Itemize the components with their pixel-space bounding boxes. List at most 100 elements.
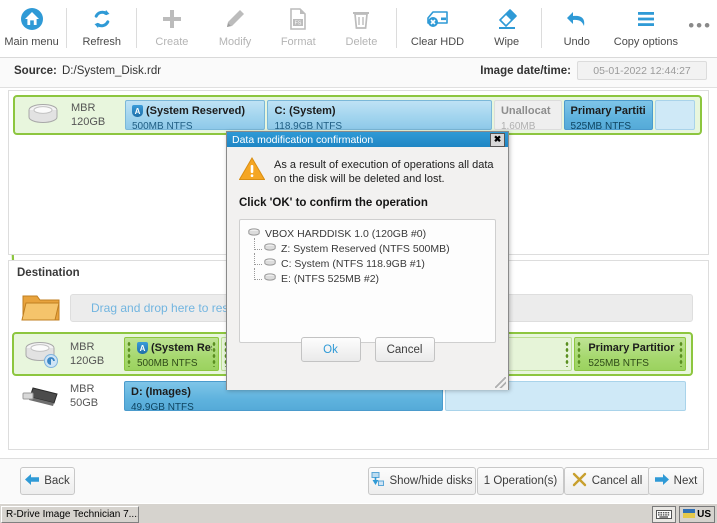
toolbar-label-delete: Delete <box>345 36 378 48</box>
toolbar-button-undo[interactable]: Undo <box>545 0 608 55</box>
tree-node-root[interactable]: VBOX HARDDISK 1.0 (120GB #0) <box>248 226 487 241</box>
toolbar-divider-4 <box>541 8 543 48</box>
toolbar-button-create: Create <box>140 0 203 55</box>
app-window: Main menu Refresh Create Modify FS Forma… <box>0 0 717 523</box>
toolbar-divider-1 <box>66 8 68 48</box>
dialog-title-bar[interactable]: Data modification confirmation ✖ <box>227 132 508 147</box>
toolbar-button-main-menu[interactable]: Main menu <box>0 0 63 55</box>
system-tray: US <box>652 506 715 523</box>
language-indicator[interactable]: US <box>679 506 715 523</box>
os-taskbar: R-Drive Image Technician 7.... US <box>0 503 717 523</box>
toolbar-label-create: Create <box>155 36 189 48</box>
dest-partition-system-reserved[interactable]: A (System Rese 500MB NTFS <box>124 337 219 371</box>
toolbar-label-format: Format <box>280 36 316 48</box>
operations-button[interactable]: 1 Operation(s) <box>477 467 564 495</box>
dest-partition-primary[interactable]: Primary Partitior 525MB NTFS <box>574 337 687 371</box>
flag-icon <box>682 508 696 521</box>
cancel-button[interactable]: Cancel <box>374 337 435 362</box>
trash-icon <box>349 6 373 32</box>
source-bar: Source: D:/System_Disk.rdr Image date/ti… <box>0 58 717 88</box>
toolbar-label-clear-hdd: Clear HDD <box>410 36 465 48</box>
toolbar-button-wipe[interactable]: Wipe <box>475 0 538 55</box>
undo-arrow-icon <box>565 6 589 32</box>
warning-triangle-icon <box>238 157 266 186</box>
next-button[interactable]: Next <box>648 467 704 495</box>
partition-size: 1.60MB <box>500 121 536 130</box>
destination-disk-2-scheme: MBR <box>70 383 95 395</box>
dialog-body: As a result of execution of operations a… <box>227 147 508 390</box>
destination-title: Destination <box>17 267 80 279</box>
refresh-icon <box>90 6 114 32</box>
partition-name-row: Primary Partitior <box>581 342 679 354</box>
hamburger-icon <box>634 6 658 32</box>
toolbar-button-refresh[interactable]: Refresh <box>70 0 133 55</box>
cancel-all-button[interactable]: Cancel all <box>564 467 650 495</box>
toolbar-label-modify: Modify <box>218 36 252 48</box>
partition-c-system[interactable]: C: (System) 118.9GB NTFS <box>267 100 492 130</box>
x-cross-icon <box>572 472 587 490</box>
show-hide-disks-button[interactable]: Show/hide disks <box>368 467 476 495</box>
dialog-title: Data modification confirmation <box>232 133 374 146</box>
tree-node-label: C: System (NTFS 118.9GB #1) <box>281 257 425 270</box>
destination-disk-2-meta: MBR 50GB <box>70 378 124 414</box>
tree-node-label: E: (NTFS 525MB #2) <box>281 272 380 285</box>
show-hide-disks-label: Show/hide disks <box>389 475 473 487</box>
plus-icon <box>160 6 184 32</box>
language-label: US <box>697 509 711 520</box>
cancel-all-label: Cancel all <box>591 475 643 487</box>
home-icon <box>20 6 44 32</box>
taskbar-app-button[interactable]: R-Drive Image Technician 7.... <box>1 506 139 523</box>
main-toolbar: Main menu Refresh Create Modify FS Forma… <box>0 0 717 58</box>
toolbar-overflow-button[interactable]: ••• <box>683 0 717 55</box>
dialog-warning-text: As a result of execution of operations a… <box>274 159 494 185</box>
toolbar-divider-2 <box>136 8 138 48</box>
partition-primary[interactable]: Primary Partition 525MB NTFS <box>563 100 654 130</box>
source-disk-scheme: MBR <box>71 102 96 114</box>
keyboard-icon[interactable] <box>652 506 677 523</box>
toolbar-label-undo: Undo <box>563 36 590 48</box>
partition-size: 500MB NTFS <box>137 358 198 369</box>
show-hide-icon <box>371 472 385 490</box>
source-path-value: D:/System_Disk.rdr <box>62 65 162 77</box>
close-icon[interactable]: ✖ <box>490 132 505 147</box>
tree-node-child[interactable]: C: System (NTFS 118.9GB #1) <box>248 253 487 271</box>
partition-label: Primary Partitior <box>588 342 675 354</box>
partition-name-row: Unallocat <box>501 105 555 117</box>
disk-small-icon <box>264 242 276 255</box>
toolbar-button-delete: Delete <box>330 0 393 55</box>
partition-free-tail[interactable] <box>655 100 695 130</box>
partition-system-reserved[interactable]: A (System Reserved) 500MB NTFS <box>125 100 266 130</box>
back-button-label: Back <box>44 475 70 487</box>
resize-grip-right[interactable] <box>211 341 216 367</box>
source-disk-row[interactable]: MBR 120GB A (System Reserved) 500MB NTFS… <box>13 95 702 135</box>
shield-icon: A <box>137 342 148 354</box>
toolbar-label-refresh: Refresh <box>82 36 121 48</box>
toolbar-button-clear-hdd[interactable]: Clear HDD <box>400 0 475 55</box>
arrow-right-icon <box>654 474 669 488</box>
ok-button[interactable]: Ok <box>300 337 361 362</box>
toolbar-divider-3 <box>396 8 397 48</box>
partition-label: D: (Images) <box>131 386 191 398</box>
destination-disk-1-meta: MBR 120GB <box>70 334 124 374</box>
partition-name-row: C: (System) <box>274 105 485 117</box>
partition-unallocated[interactable]: Unallocat 1.60MB <box>493 100 562 130</box>
resize-grip-right[interactable] <box>679 341 684 367</box>
tree-node-label: VBOX HARDDISK 1.0 (120GB #0) <box>265 227 427 240</box>
partition-label: Unallocat <box>500 105 551 117</box>
partition-name-row: Primary Partition <box>571 105 647 117</box>
toolbar-label-main-menu: Main menu <box>4 36 59 48</box>
toolbar-button-copy-options[interactable]: Copy options <box>608 0 683 55</box>
hard-disk-icon <box>15 97 71 133</box>
resize-grip-left[interactable] <box>127 341 131 367</box>
resize-grip-right[interactable] <box>565 341 570 367</box>
dialog-button-row: Ok Cancel <box>227 337 508 362</box>
dialog-resize-grip[interactable] <box>495 377 506 388</box>
tree-node-child[interactable]: E: (NTFS 525MB #2) <box>248 268 487 286</box>
partition-size: 49.9GB NTFS <box>131 402 194 411</box>
resize-grip-left[interactable] <box>577 341 582 367</box>
affected-disks-tree[interactable]: VBOX HARDDISK 1.0 (120GB #0) Z: System R… <box>239 219 496 343</box>
tree-node-child[interactable]: Z: System Reserved (NTFS 500MB) <box>248 238 487 256</box>
back-button[interactable]: Back <box>20 467 75 495</box>
shield-icon: A <box>132 105 143 117</box>
clear-hdd-icon <box>425 6 451 32</box>
